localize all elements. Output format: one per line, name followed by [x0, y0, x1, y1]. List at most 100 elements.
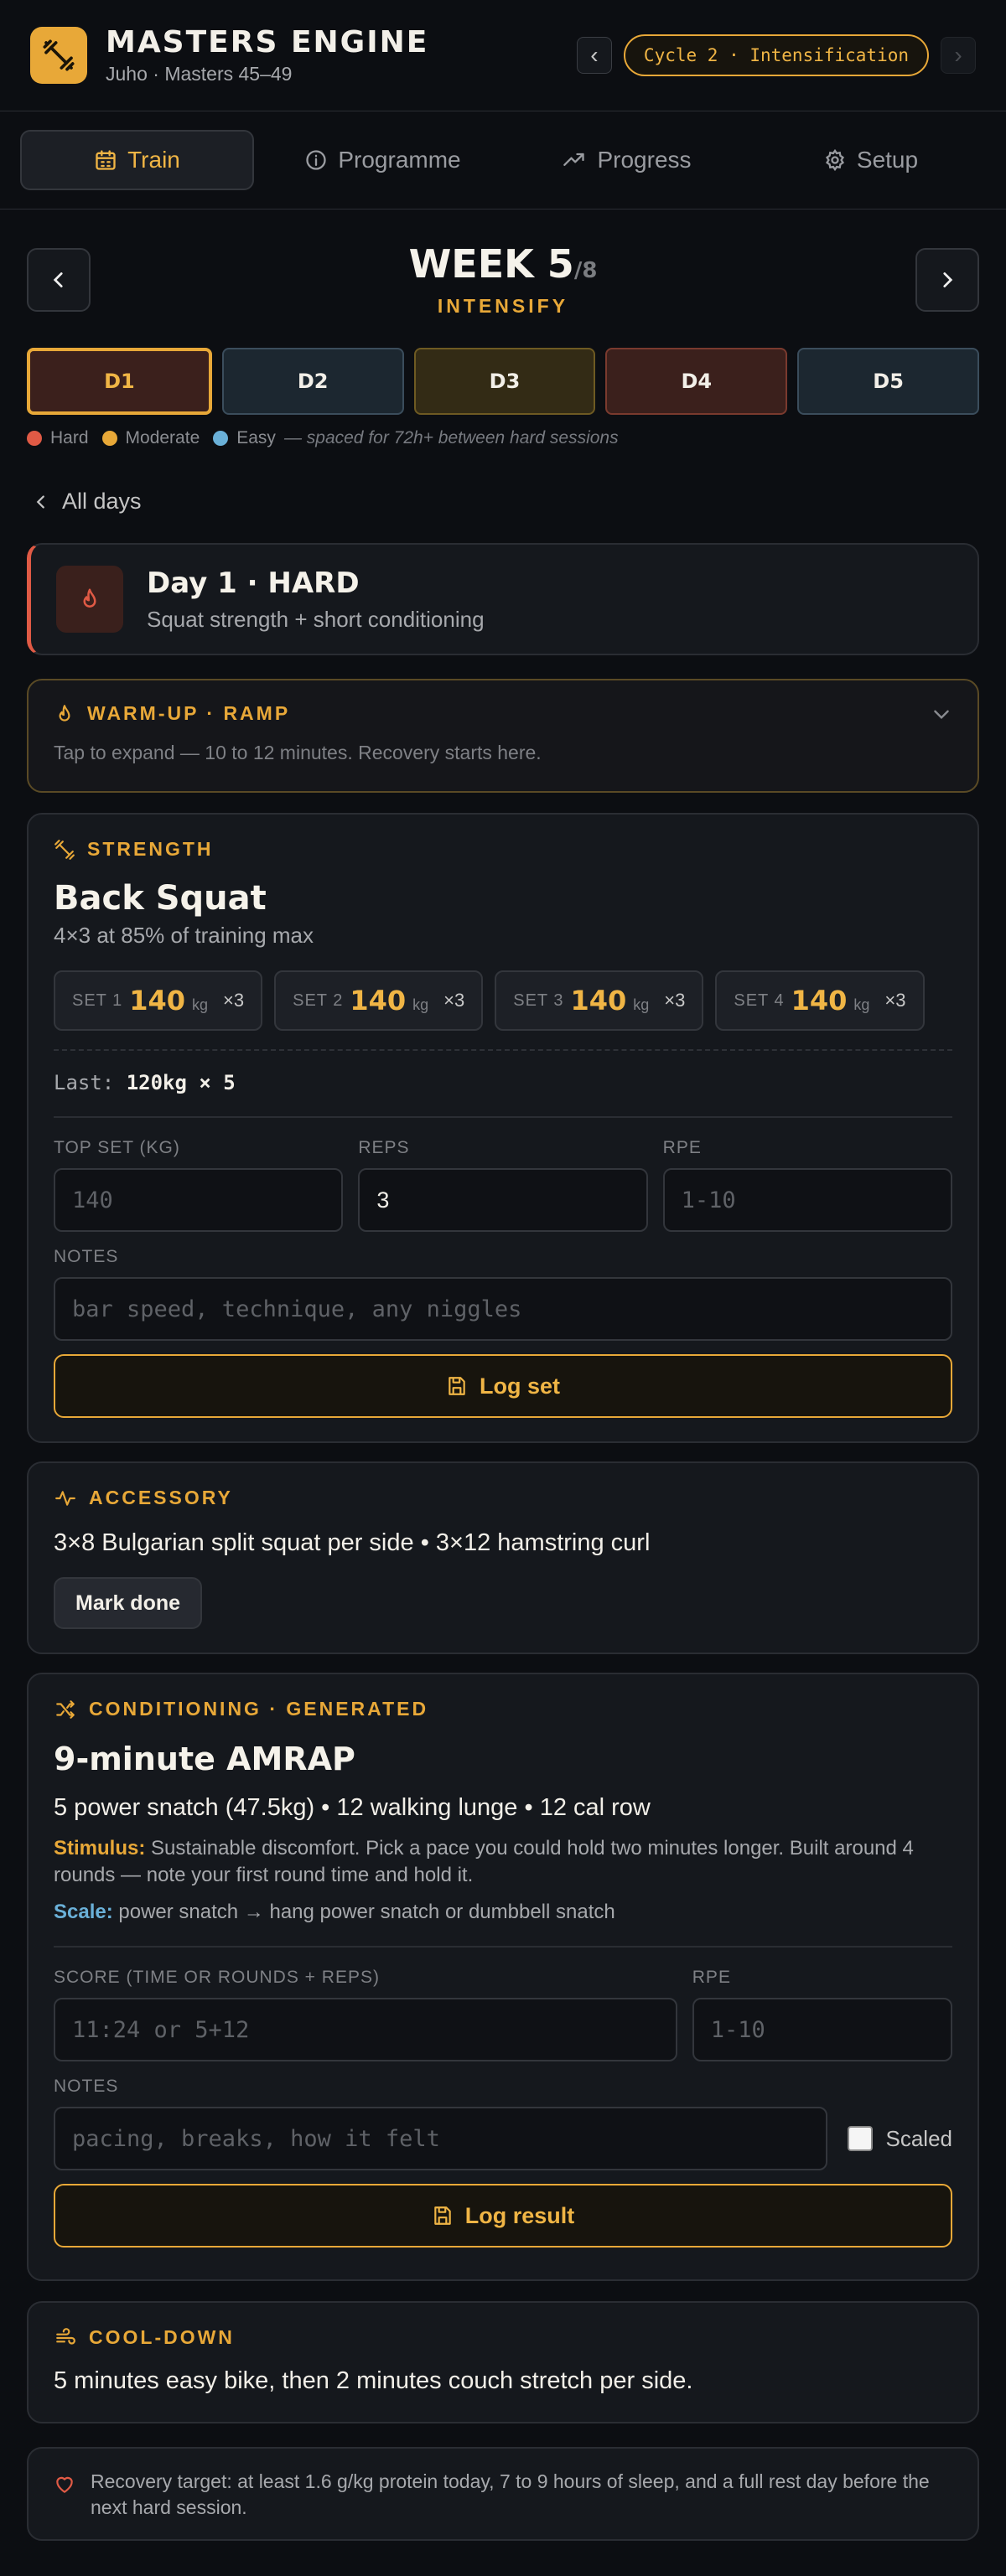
divider — [54, 1946, 952, 1948]
log-result-button[interactable]: Log result — [54, 2184, 952, 2248]
cooldown-heading: COOL-DOWN — [89, 2326, 235, 2348]
scaled-checkbox[interactable] — [847, 2126, 873, 2151]
conditioning-card: CONDITIONING · GENERATED 9-minute AMRAP … — [27, 1673, 979, 2281]
set-list: SET 1 140 kg ×3 SET 2 140 kg ×3 SET 3 14… — [54, 970, 952, 1031]
set-chip[interactable]: SET 4 140 kg ×3 — [715, 970, 925, 1031]
recovery-note: Recovery target: at least 1.6 g/kg prote… — [27, 2447, 979, 2541]
day-tab-d4[interactable]: D4 — [605, 348, 788, 415]
last-performance: Last: 120kg × 5 — [54, 1071, 236, 1094]
tab-setup[interactable]: Setup — [755, 130, 986, 190]
app-title: MASTERS ENGINE — [106, 25, 429, 59]
log-set-button[interactable]: Log set — [54, 1354, 952, 1418]
cycle-selector: ‹ Cycle 2 · Intensification › — [576, 34, 976, 76]
cycle-badge: Cycle 2 · Intensification — [623, 34, 929, 76]
cycle-prev-button[interactable]: ‹ — [576, 37, 612, 74]
shuffle-icon — [56, 1699, 75, 1719]
save-icon — [433, 2206, 451, 2225]
day-tab-d3[interactable]: D3 — [413, 348, 596, 415]
scaled-toggle[interactable]: Scaled — [847, 2125, 953, 2152]
day-tab-d2[interactable]: D2 — [221, 348, 404, 415]
tab-progress-label: Progress — [597, 147, 692, 173]
all-days-link[interactable]: All days — [0, 489, 1006, 515]
rpe-label: RPE — [662, 1138, 702, 1157]
legend-moderate: Moderate — [125, 428, 200, 447]
set-chip[interactable]: SET 3 140 kg ×3 — [495, 970, 704, 1031]
main-tabs: Train Programme Progress Setup — [0, 111, 1006, 209]
reps-label: REPS — [358, 1138, 410, 1157]
cooldown-text: 5 minutes easy bike, then 2 minutes couc… — [54, 2367, 693, 2394]
stimulus-note: Stimulus: Sustainable discomfort. Pick a… — [54, 1837, 914, 1886]
cond-rpe-label: RPE — [692, 1968, 731, 1987]
week-title: WEEK 5/8 — [408, 241, 598, 287]
athlete-subtitle: Juho · Masters 45–49 — [106, 63, 293, 85]
scale-note: Scale: power snatch → hang power snatch … — [54, 1901, 615, 1923]
cycle-next-button[interactable]: › — [941, 37, 976, 74]
tab-train[interactable]: Train — [20, 130, 254, 190]
warmup-text: Tap to expand — 10 to 12 minutes. Recove… — [54, 742, 542, 763]
dumbbell-icon — [54, 839, 75, 860]
exercise-prescription: 4×3 at 85% of training max — [54, 923, 314, 948]
accessory-card: ACCESSORY 3×8 Bulgarian split squat per … — [27, 1461, 979, 1654]
cooldown-card: COOL-DOWN 5 minutes easy bike, then 2 mi… — [27, 2301, 979, 2423]
accessory-text: 3×8 Bulgarian split squat per side • 3×1… — [54, 1529, 651, 1556]
strength-heading: STRENGTH — [87, 838, 214, 860]
day-summary-card: Day 1 · HARD Squat strength + short cond… — [27, 543, 979, 655]
day-selector: D1 D2 D3 D4 D5 — [0, 348, 1006, 415]
chevron-left-icon — [36, 494, 44, 509]
strength-card: STRENGTH Back Squat 4×3 at 85% of traini… — [27, 813, 979, 1443]
chevron-left-icon — [53, 272, 63, 287]
tab-train-label: Train — [127, 147, 180, 173]
top-set-label: TOP SET (KG) — [54, 1138, 180, 1157]
score-label: SCORE (TIME OR ROUNDS + REPS) — [54, 1968, 380, 1987]
tab-programme-label: Programme — [338, 147, 461, 173]
workout-description: 5 power snatch (47.5kg) • 12 walking lun… — [54, 1794, 651, 1821]
mark-done-button[interactable]: Mark done — [54, 1577, 203, 1629]
legend-note: — spaced for 72h+ between hard sessions — [283, 428, 619, 447]
trending-up-icon — [562, 148, 587, 172]
calendar-icon — [94, 148, 117, 172]
day-title: Day 1 · HARD — [147, 566, 360, 600]
warmup-heading: WARM-UP · RAMP — [87, 702, 291, 724]
gear-icon — [823, 148, 847, 172]
divider — [54, 1116, 952, 1118]
legend-easy: Easy — [236, 428, 276, 447]
prev-week-button[interactable] — [27, 247, 91, 312]
legend-hard: Hard — [50, 428, 89, 447]
activity-icon — [55, 1490, 75, 1506]
exercise-title: Back Squat — [54, 879, 267, 918]
moderate-dot — [101, 431, 117, 446]
recovery-text: Recovery target: at least 1.6 g/kg prote… — [91, 2470, 930, 2518]
set-chip[interactable]: SET 1 140 kg ×3 — [54, 970, 263, 1031]
day-tab-d1[interactable]: D1 — [27, 348, 212, 415]
rpe-input[interactable]: 1-10 — [662, 1168, 952, 1232]
cond-notes-input[interactable]: pacing, breaks, how it felt — [54, 2107, 827, 2170]
accessory-heading: ACCESSORY — [89, 1487, 233, 1508]
next-week-button[interactable] — [915, 247, 979, 312]
week-phase: INTENSIFY — [437, 295, 569, 317]
scaled-label: Scaled — [885, 2125, 953, 2151]
all-days-label: All days — [62, 489, 142, 514]
heart-icon — [56, 2476, 73, 2493]
hard-dot — [27, 431, 42, 446]
flame-icon — [59, 704, 70, 722]
notes-input[interactable]: bar speed, technique, any niggles — [54, 1277, 952, 1341]
tab-programme[interactable]: Programme — [267, 130, 498, 190]
week-navigator: WEEK 5/8 INTENSIFY — [0, 241, 1006, 318]
save-icon — [449, 1377, 465, 1395]
set-chip[interactable]: SET 2 140 kg ×3 — [274, 970, 484, 1031]
wind-icon — [56, 2327, 75, 2345]
flame-icon — [56, 566, 123, 633]
day-tab-d5[interactable]: D5 — [797, 348, 979, 415]
warmup-card[interactable]: WARM-UP · RAMP Tap to expand — 10 to 12 … — [27, 679, 979, 793]
app-header: MASTERS ENGINE Juho · Masters 45–49 ‹ Cy… — [0, 0, 1006, 111]
tab-progress[interactable]: Progress — [511, 130, 742, 190]
score-input[interactable]: 11:24 or 5+12 — [54, 1998, 677, 2061]
workout-title: 9-minute AMRAP — [54, 1741, 355, 1777]
cond-rpe-input[interactable]: 1-10 — [692, 1998, 952, 2061]
top-set-input[interactable]: 140 — [54, 1168, 344, 1232]
reps-input[interactable]: 3 — [358, 1168, 648, 1232]
dumbbell-logo-icon — [30, 27, 87, 84]
cond-notes-label: NOTES — [54, 2077, 119, 2096]
conditioning-heading: CONDITIONING · GENERATED — [89, 1698, 429, 1720]
easy-dot — [213, 431, 229, 446]
